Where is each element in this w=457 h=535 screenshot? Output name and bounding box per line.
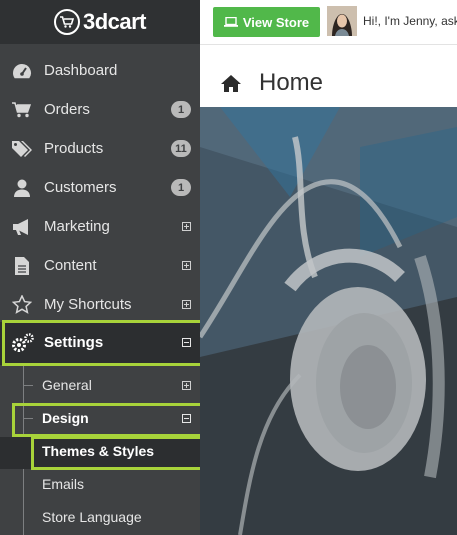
- customers-count-badge: 1: [171, 179, 191, 196]
- top-bar: View Store Hi!, I'm Jenny, ask: [200, 0, 457, 45]
- sidebar-item-label: Marketing: [44, 218, 110, 235]
- sidebar-item-orders[interactable]: Orders 1: [0, 90, 200, 129]
- sidebar-item-label: Dashboard: [44, 62, 118, 79]
- sidebar-item-marketing[interactable]: Marketing: [0, 207, 200, 246]
- user-icon: [11, 177, 33, 199]
- laptop-icon: [223, 17, 238, 27]
- sidebar-item-my-shortcuts[interactable]: My Shortcuts: [0, 285, 200, 324]
- tags-icon: [11, 138, 33, 160]
- products-count-badge: 11: [171, 140, 191, 157]
- expand-shortcuts-icon[interactable]: [182, 300, 191, 309]
- settings-sub-general[interactable]: General: [42, 377, 92, 393]
- sidebar-item-customers[interactable]: Customers 1: [0, 168, 200, 207]
- cart-icon: [11, 99, 33, 121]
- expand-general-icon[interactable]: [182, 381, 191, 390]
- expand-content-icon[interactable]: [182, 261, 191, 270]
- cart-logo-icon: [53, 9, 80, 35]
- bullhorn-icon: [11, 216, 33, 238]
- highlight-themes-styles: [31, 436, 208, 470]
- home-icon: [220, 74, 242, 97]
- logo[interactable]: 3dcart: [0, 0, 200, 44]
- highlight-design: [12, 403, 208, 437]
- sidebar-item-dashboard[interactable]: Dashboard: [0, 51, 200, 90]
- avatar[interactable]: [327, 6, 357, 36]
- sidebar-item-label: Orders: [44, 101, 90, 118]
- expand-marketing-icon[interactable]: [182, 222, 191, 231]
- logo-text: 3dcart: [82, 9, 147, 34]
- dashboard-icon: [11, 60, 33, 82]
- sidebar-item-label: Products: [44, 140, 104, 157]
- assistant-greeting[interactable]: Hi!, I'm Jenny, ask: [363, 14, 457, 28]
- page-title: Home: [259, 69, 324, 96]
- orders-count-badge: 1: [171, 101, 191, 118]
- sidebar-item-products[interactable]: Products 11: [0, 129, 200, 168]
- design-sub-store-language[interactable]: Store Language: [42, 509, 142, 525]
- view-store-button[interactable]: View Store: [213, 7, 320, 37]
- highlight-settings: [2, 320, 208, 366]
- hero-image: [200, 107, 457, 535]
- design-sub-emails[interactable]: Emails: [42, 476, 84, 492]
- sidebar-item-label: My Shortcuts: [44, 296, 132, 313]
- view-store-label: View Store: [242, 14, 310, 30]
- page-header: Home: [200, 45, 457, 107]
- tree-branch: [23, 385, 33, 386]
- sidebar-item-content[interactable]: Content: [0, 246, 200, 285]
- star-icon: [11, 294, 33, 316]
- file-icon: [11, 255, 33, 277]
- sidebar-item-label: Customers: [44, 179, 117, 196]
- sidebar-item-label: Content: [44, 257, 97, 274]
